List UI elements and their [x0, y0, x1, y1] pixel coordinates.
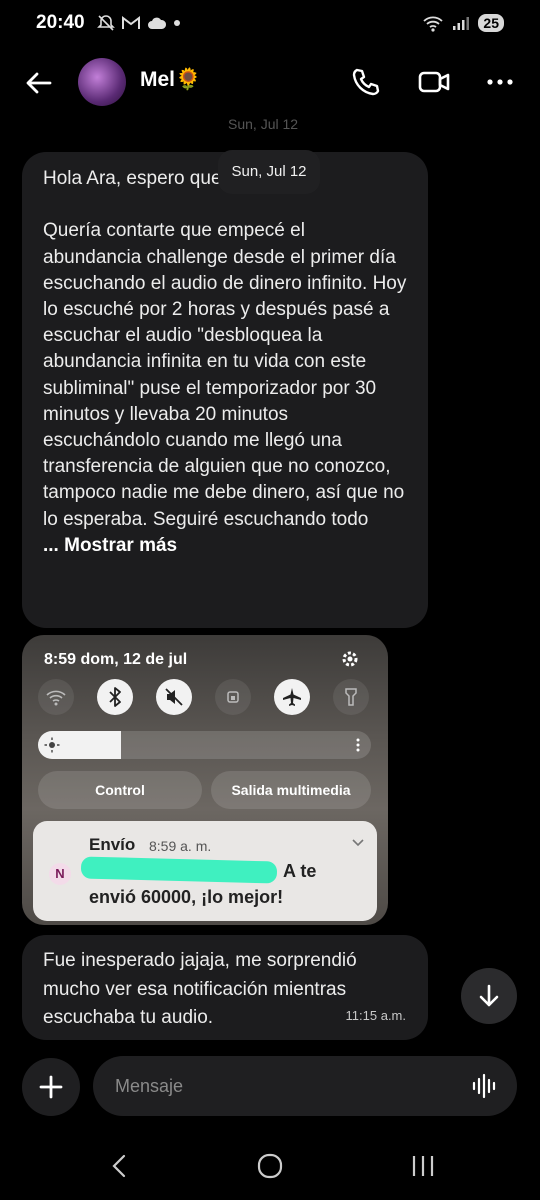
plus-icon — [39, 1075, 63, 1099]
flashlight-icon — [333, 679, 369, 715]
status-time: 20:40 — [36, 12, 85, 33]
add-attachment-button[interactable] — [22, 1058, 80, 1116]
dot-icon — [173, 20, 180, 26]
control-button: Control — [38, 771, 202, 809]
image-attachment[interactable]: 8:59 dom, 12 de jul Control Salida multi… — [22, 635, 388, 925]
notification-line2: envió 60000, ¡lo mejor! — [89, 887, 284, 907]
wifi-icon — [38, 679, 74, 715]
redaction-mark — [80, 856, 278, 884]
avatar[interactable] — [78, 58, 126, 106]
sun-icon — [44, 737, 60, 753]
screenshot-time-date: 8:59 dom, 12 de jul — [44, 651, 188, 668]
back-arrow-icon[interactable] — [22, 66, 56, 100]
system-nav-bar — [0, 1130, 540, 1200]
cloud-icon — [147, 17, 166, 29]
notification-time: 8:59 a. m. — [149, 838, 212, 854]
more-vert-icon — [356, 738, 360, 752]
message-composer[interactable] — [93, 1056, 517, 1116]
status-bar: 20:40 25 — [0, 0, 540, 46]
voice-message-icon[interactable] — [471, 1072, 499, 1100]
home-nav-icon[interactable] — [255, 1152, 285, 1180]
message-timestamp: 11:15 a.m. — [345, 1007, 406, 1023]
chevron-down-icon — [352, 839, 364, 847]
airplane-icon — [274, 679, 310, 715]
back-nav-icon[interactable] — [105, 1152, 135, 1180]
media-output-button: Salida multimedia — [211, 771, 371, 809]
video-call-icon[interactable] — [416, 64, 452, 100]
contact-name[interactable]: Mel🌻 — [140, 68, 201, 92]
message-bubble[interactable]: Hola Ara, espero que estés bien Quería c… — [22, 152, 428, 628]
lock-rotation-icon — [215, 679, 251, 715]
phone-call-icon[interactable] — [348, 64, 384, 100]
recents-nav-icon[interactable] — [408, 1152, 438, 1180]
chat-header: Mel🌻 — [0, 52, 540, 112]
mute-icon — [156, 679, 192, 715]
message-text: Hola Ara, espero que estés bien Quería c… — [43, 168, 407, 530]
signal-icon — [453, 17, 470, 30]
notifications-off-icon — [96, 15, 115, 31]
arrow-down-icon — [479, 984, 499, 1007]
battery-badge: 25 — [478, 14, 504, 32]
notification-card: Envío 8:59 a. m. N A te envió 60000, ¡lo… — [33, 821, 377, 921]
app-badge-icon: N — [49, 863, 71, 885]
bluetooth-icon — [97, 679, 133, 715]
date-separator: Sun, Jul 12 — [228, 116, 299, 132]
date-pill: Sun, Jul 12 — [218, 150, 320, 194]
more-options-icon[interactable] — [482, 64, 518, 100]
show-more-link[interactable]: ... Mostrar más — [43, 533, 408, 559]
scroll-to-bottom-button[interactable] — [461, 968, 517, 1024]
message-bubble[interactable]: Fue inesperado jajaja, me sorprendió muc… — [22, 935, 428, 1040]
wifi-icon — [423, 16, 444, 32]
notification-app-name: Envío — [89, 835, 136, 854]
gear-icon — [342, 651, 358, 667]
gmail-icon — [121, 16, 140, 29]
notification-line1: A te — [283, 861, 317, 881]
message-input[interactable] — [115, 1056, 455, 1116]
brightness-slider — [38, 731, 371, 759]
